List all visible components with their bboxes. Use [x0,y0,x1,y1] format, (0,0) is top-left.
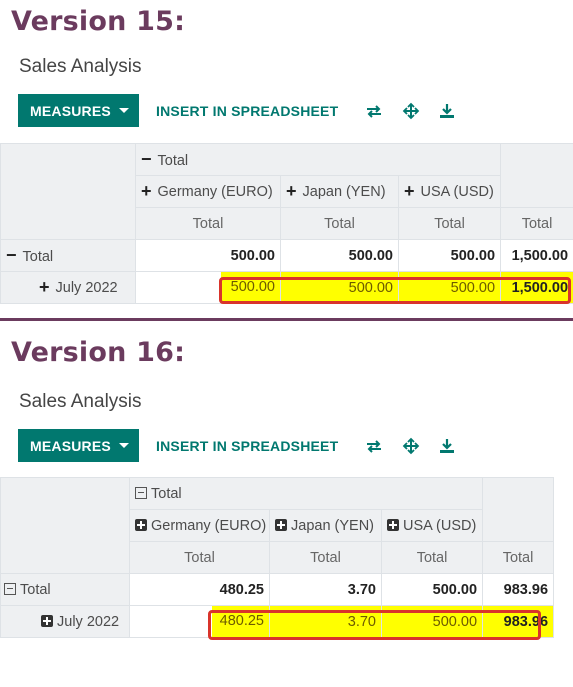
swap-axis-icon[interactable] [365,102,383,120]
page-title: Sales Analysis [19,56,142,77]
version-16-heading: Version 16: [11,337,186,368]
corner-cell [0,477,130,574]
cell-value[interactable]: 500.00 [380,573,484,606]
measure-header[interactable]: Total [280,207,399,240]
cell-value[interactable]: 500.00 [397,271,502,304]
cell-value[interactable]: 3.70 [269,605,382,638]
measure-header[interactable]: Total [135,207,281,240]
page-title: Sales Analysis [19,391,142,412]
column-header-usa[interactable]: + USA (USD) [397,175,502,208]
measures-button[interactable]: MEASURES [18,429,139,462]
download-icon[interactable] [438,437,456,455]
pivot-table-v15: − Total + Germany (EURO) + Japan (YEN) + USA… [0,143,573,304]
insert-in-spreadsheet-button[interactable]: INSERT IN SPREADSHEET [156,429,338,462]
cell-value[interactable]: 500.00 [280,271,399,304]
expand-icon [135,518,147,531]
expand-all-icon[interactable] [402,437,420,455]
cell-value[interactable]: 500.00 [397,239,502,272]
measure-header[interactable]: Total [269,541,382,574]
measure-header[interactable]: Total [380,541,484,574]
cell-value[interactable]: 1,500.00 [500,271,573,304]
caret-down-icon [118,443,129,448]
row-header-total[interactable]: Total [0,573,130,606]
table-row: Total 480.25 3.70 500.00 983.96 [0,573,555,606]
measure-header[interactable]: Total [129,541,270,574]
column-header-japan[interactable]: + Japan (YEN) [280,175,399,208]
cell-value[interactable]: 3.70 [269,573,382,606]
header-filler [500,143,573,208]
table-row: − Total 500.00 500.00 500.00 1,500.00 [0,239,573,272]
column-header-japan[interactable]: Japan (YEN) [269,509,382,542]
expand-icon [387,518,399,531]
table-row: + July 2022 500.00 500.00 500.00 1,500.00 [0,271,573,304]
row-header-total[interactable]: − Total [0,239,136,272]
measure-header[interactable]: Total [482,541,555,574]
expand-icon: + [404,181,415,201]
expand-icon: + [39,277,50,297]
cell-value[interactable]: 500.00 [135,239,281,272]
cell-value[interactable]: 500.00 [380,605,484,638]
caret-down-icon [118,108,129,113]
cell-value[interactable]: 480.25 [129,573,270,606]
measures-label: MEASURES [30,437,111,454]
row-header-july-2022[interactable]: July 2022 [0,605,130,638]
section-divider [0,318,573,321]
cell-value[interactable]: 500.00 [135,271,281,304]
measure-header[interactable]: Total [397,207,502,240]
column-header-germany[interactable]: + Germany (EURO) [135,175,281,208]
table-row: July 2022 480.25 3.70 500.00 983.96 [0,605,555,638]
measures-label: MEASURES [30,102,111,119]
cell-value[interactable]: 480.25 [129,605,270,638]
column-header-usa[interactable]: USA (USD) [380,509,484,542]
cell-value[interactable]: 983.96 [482,605,555,638]
insert-in-spreadsheet-button[interactable]: INSERT IN SPREADSHEET [156,94,338,127]
row-header-july-2022[interactable]: + July 2022 [0,271,136,304]
expand-icon: + [286,181,297,201]
measures-button[interactable]: MEASURES [18,94,139,127]
column-header-germany[interactable]: Germany (EURO) [129,509,270,542]
collapse-icon [135,486,147,499]
cell-value[interactable]: 1,500.00 [500,239,573,272]
pivot-table-v16: Total Germany (EURO) Japan (YEN) USA (US… [0,477,555,638]
expand-icon: + [141,181,152,201]
download-icon[interactable] [438,102,456,120]
cell-value[interactable]: 983.96 [482,573,555,606]
header-filler [482,477,555,542]
column-header-total[interactable]: Total [128,477,484,510]
expand-all-icon[interactable] [402,102,420,120]
collapse-icon: − [6,245,17,265]
collapse-icon [4,582,16,595]
collapse-icon: − [141,149,152,169]
measure-header[interactable]: Total [500,207,573,240]
expand-icon [275,518,287,531]
corner-cell [0,143,136,240]
expand-icon [41,614,53,627]
cell-value[interactable]: 500.00 [280,239,399,272]
column-header-total[interactable]: − Total [134,143,502,176]
swap-axis-icon[interactable] [365,437,383,455]
version-15-heading: Version 15: [11,6,186,37]
